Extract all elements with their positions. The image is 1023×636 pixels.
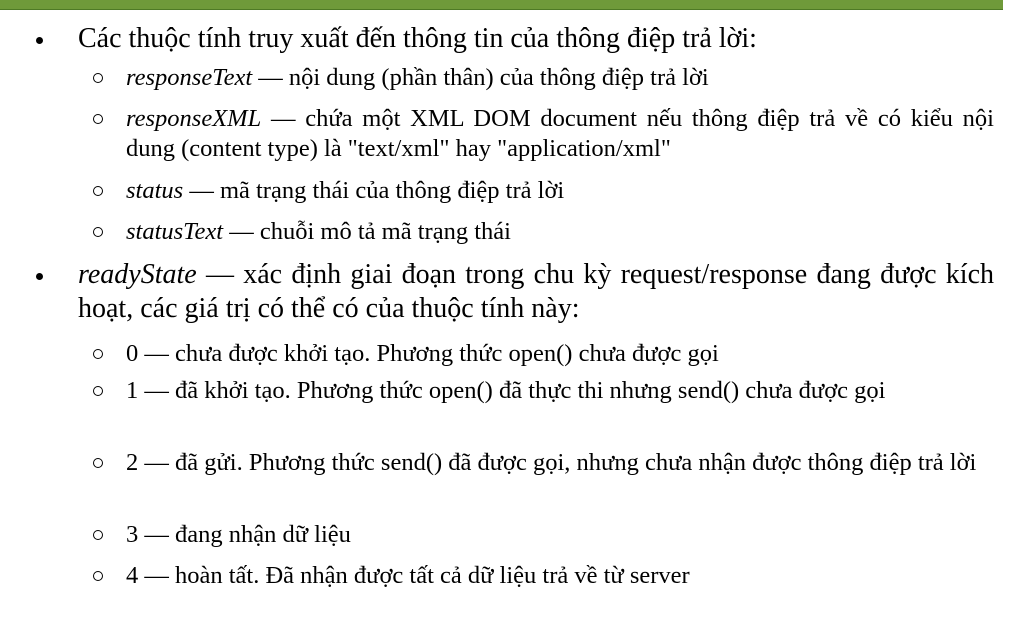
subbullet-state-3: 3 — đang nhận dữ liệu xyxy=(93,520,994,550)
slide-content: Các thuộc tính truy xuất đến thông tin c… xyxy=(0,0,1023,636)
property-name: status xyxy=(126,177,184,204)
property-name: statusText xyxy=(126,218,224,245)
subbullet-state-4: 4 — hoàn tất. Đã nhận được tất cả dữ liệ… xyxy=(93,561,994,591)
subbullet-responsexml: responseXML — chứa một XML DOM document … xyxy=(93,104,994,164)
bullet-text: — xác định giai đoạn trong chu kỳ reques… xyxy=(78,259,994,324)
subbullet-statustext: statusText — chuỗi mô tả mã trạng thái xyxy=(93,217,994,247)
subbullet-state-2: 2 — đã gửi. Phương thức send() đã được g… xyxy=(93,448,994,478)
property-name: responseText xyxy=(126,64,253,91)
subbullet-responsetext: responseText — nội dung (phần thân) của … xyxy=(93,63,994,93)
subbullet-state-0: 0 — chưa được khởi tạo. Phương thức open… xyxy=(93,339,994,369)
property-name: readyState xyxy=(78,259,197,290)
property-description: — nội dung (phần thân) của thông điệp tr… xyxy=(252,64,709,91)
state-description: 0 — chưa được khởi tạo. Phương thức open… xyxy=(126,340,719,367)
property-description: — chuỗi mô tả mã trạng thái xyxy=(223,218,511,245)
bullet-text: Các thuộc tính truy xuất đến thông tin c… xyxy=(78,23,757,54)
bullet-response-properties: Các thuộc tính truy xuất đến thông tin c… xyxy=(36,22,994,56)
subbullet-status: status — mã trạng thái của thông điệp tr… xyxy=(93,176,994,206)
state-description: 2 — đã gửi. Phương thức send() đã được g… xyxy=(126,449,977,476)
state-description: 1 — đã khởi tạo. Phương thức open() đã t… xyxy=(126,377,886,404)
subbullet-state-1: 1 — đã khởi tạo. Phương thức open() đã t… xyxy=(93,376,994,406)
property-name: responseXML xyxy=(126,105,262,132)
state-description: 3 — đang nhận dữ liệu xyxy=(126,521,351,548)
property-description: — mã trạng thái của thông điệp trả lời xyxy=(183,177,565,204)
bullet-readystate: readyState — xác định giai đoạn trong ch… xyxy=(36,258,994,326)
state-description: 4 — hoàn tất. Đã nhận được tất cả dữ liệ… xyxy=(126,562,690,589)
